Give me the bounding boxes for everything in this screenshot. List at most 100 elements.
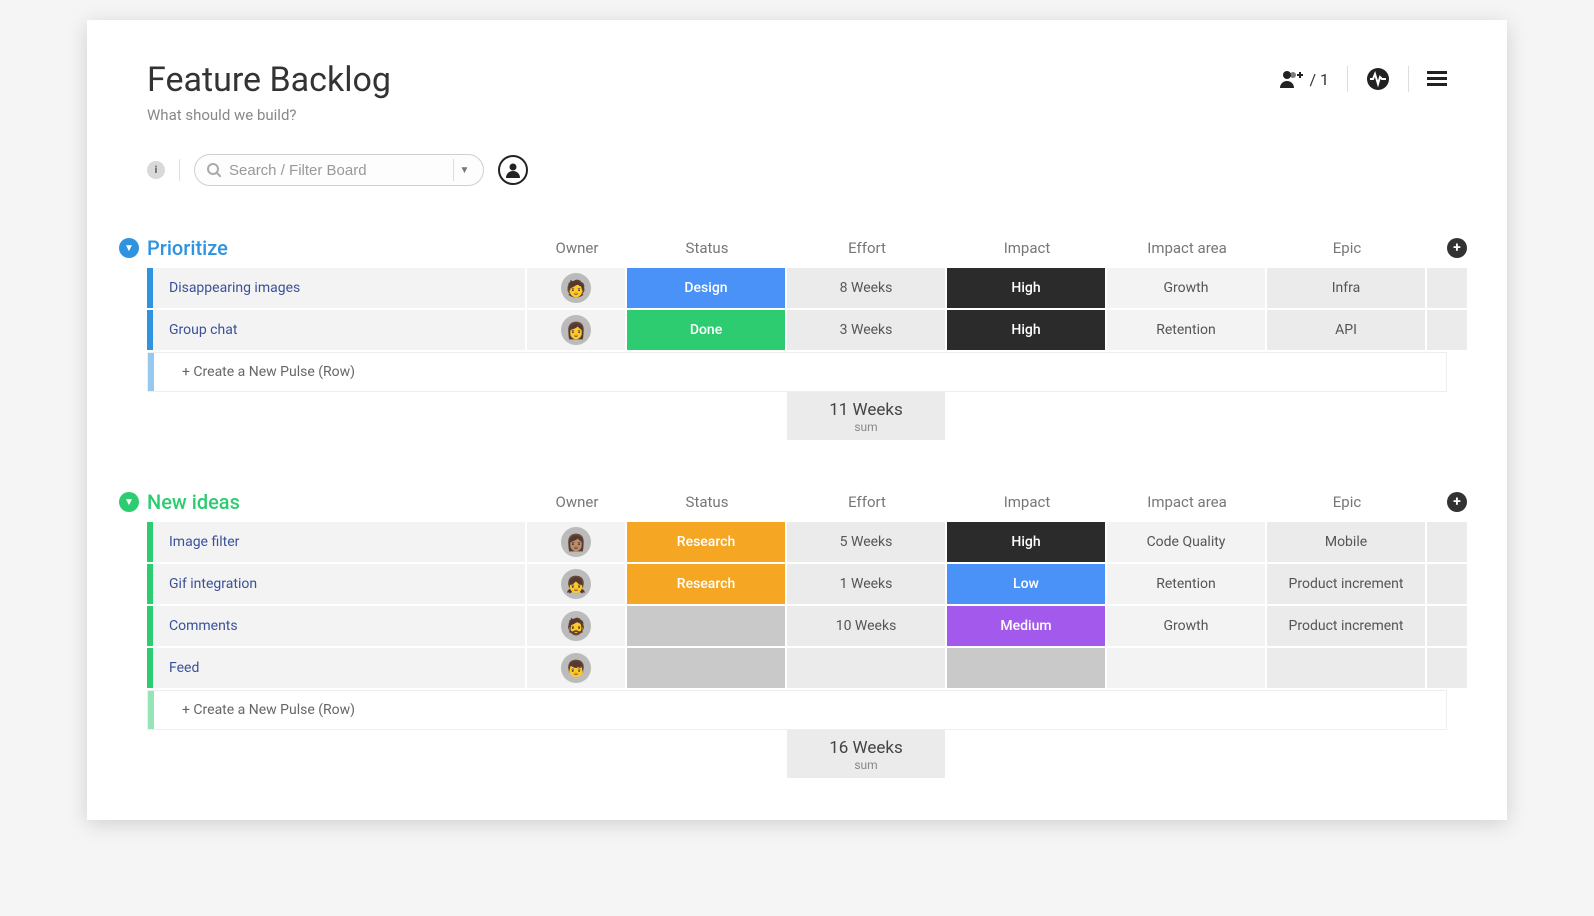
divider [1347, 66, 1348, 92]
status-cell[interactable] [627, 648, 787, 688]
column-header-owner[interactable]: Owner [527, 239, 627, 257]
owner-cell[interactable]: 🧔 [527, 606, 627, 646]
impact-cell[interactable]: Low [947, 564, 1107, 604]
impact-area-cell[interactable]: Retention [1107, 564, 1267, 604]
impact-cell[interactable]: Medium [947, 606, 1107, 646]
row-name[interactable]: Feed [153, 648, 527, 688]
impact-cell[interactable] [947, 648, 1107, 688]
search-input[interactable] [229, 162, 447, 179]
menu-button[interactable] [1427, 71, 1447, 87]
impact-area-cell[interactable]: Code Quality [1107, 522, 1267, 562]
invite-count: / 1 [1309, 70, 1329, 89]
impact-area-cell[interactable]: Retention [1107, 310, 1267, 350]
create-row-label: + Create a New Pulse (Row) [154, 353, 1446, 391]
avatar: 🧑 [561, 273, 591, 303]
effort-cell[interactable]: 3 Weeks [787, 310, 947, 350]
add-column-button[interactable]: + [1447, 492, 1467, 512]
status-cell[interactable] [627, 606, 787, 646]
divider [179, 159, 180, 181]
search-icon [207, 163, 221, 177]
status-cell[interactable]: Done [627, 310, 787, 350]
table-row[interactable]: Disappearing images 🧑 Design8 WeeksHighGro… [147, 268, 1447, 308]
user-filter-button[interactable] [498, 155, 528, 185]
owner-cell[interactable]: 👧 [527, 564, 627, 604]
group-header: ▼PrioritizeOwnerStatusEffortImpactImpact… [147, 236, 1447, 268]
avatar: 👧 [561, 569, 591, 599]
effort-cell[interactable]: 10 Weeks [787, 606, 947, 646]
search-dropdown-toggle[interactable]: ▼ [453, 159, 475, 181]
row-name[interactable]: Disappearing images [153, 268, 527, 308]
table-row[interactable]: Feed👦 [147, 648, 1447, 688]
column-header-epic[interactable]: Epic [1267, 239, 1427, 257]
owner-cell[interactable]: 👩🏽 [527, 522, 627, 562]
hamburger-icon [1427, 71, 1447, 87]
invite-members-button[interactable]: / 1 [1279, 69, 1329, 89]
column-header-status[interactable]: Status [627, 239, 787, 257]
column-header-epic[interactable]: Epic [1267, 493, 1427, 511]
epic-cell[interactable]: Infra [1267, 268, 1427, 308]
group-title-wrap: ▼ New ideas [119, 490, 527, 514]
info-button[interactable]: i [147, 161, 165, 179]
row-name[interactable]: Comments [153, 606, 527, 646]
effort-cell[interactable] [787, 648, 947, 688]
avatar: 🧔 [561, 611, 591, 641]
row-name[interactable]: Gif integration [153, 564, 527, 604]
epic-cell[interactable]: Mobile [1267, 522, 1427, 562]
table-row[interactable]: Image filter👩🏽Research5 WeeksHighCode Qu… [147, 522, 1447, 562]
group-title[interactable]: Prioritize [147, 236, 228, 260]
activity-button[interactable] [1366, 67, 1390, 91]
column-header-impact_area[interactable]: Impact area [1107, 493, 1267, 511]
row-color-bar [148, 353, 154, 391]
effort-cell[interactable]: 8 Weeks [787, 268, 947, 308]
row-tail [1427, 648, 1467, 688]
create-row-button[interactable]: + Create a New Pulse (Row) [147, 352, 1447, 392]
row-name[interactable]: Group chat [153, 310, 527, 350]
impact-cell[interactable]: High [947, 310, 1107, 350]
column-header-effort[interactable]: Effort [787, 239, 947, 257]
effort-sum-block: 16 Weekssum [787, 730, 947, 778]
group-prioritize: ▼PrioritizeOwnerStatusEffortImpactImpact… [147, 236, 1447, 440]
column-header-owner[interactable]: Owner [527, 493, 627, 511]
column-header-impact[interactable]: Impact [947, 239, 1107, 257]
epic-cell[interactable]: Product increment [1267, 606, 1427, 646]
owner-cell[interactable]: 👩 [527, 310, 627, 350]
table-row[interactable]: Comments 🧔 10 WeeksMediumGrowthProduct inc… [147, 606, 1447, 646]
create-row-button[interactable]: + Create a New Pulse (Row) [147, 690, 1447, 730]
page-subtitle: What should we build? [147, 106, 391, 124]
row-name[interactable]: Image filter [153, 522, 527, 562]
epic-cell[interactable]: API [1267, 310, 1427, 350]
column-header-impact_area[interactable]: Impact area [1107, 239, 1267, 257]
group-newideas: ▼New ideasOwnerStatusEffortImpactImpact … [147, 490, 1447, 778]
effort-sum-label: sum [787, 420, 945, 434]
group-title-wrap: ▼ Prioritize [119, 236, 527, 260]
impact-area-cell[interactable] [1107, 648, 1267, 688]
collapse-toggle[interactable]: ▼ [119, 492, 139, 512]
row-tail [1427, 310, 1467, 350]
add-column-button[interactable]: + [1447, 238, 1467, 258]
row-tail [1427, 522, 1467, 562]
status-cell[interactable]: Research [627, 522, 787, 562]
column-header-effort[interactable]: Effort [787, 493, 947, 511]
collapse-toggle[interactable]: ▼ [119, 238, 139, 258]
column-header-impact[interactable]: Impact [947, 493, 1107, 511]
table-row[interactable]: Group chat👩Done3 WeeksHighRetentionAPI [147, 310, 1447, 350]
effort-sum-value: 16 Weeks [787, 738, 945, 758]
epic-cell[interactable] [1267, 648, 1427, 688]
impact-area-cell[interactable]: Growth [1107, 268, 1267, 308]
row-tail [1427, 564, 1467, 604]
status-cell[interactable]: Research [627, 564, 787, 604]
column-header-status[interactable]: Status [627, 493, 787, 511]
epic-cell[interactable]: Product increment [1267, 564, 1427, 604]
group-title[interactable]: New ideas [147, 490, 240, 514]
owner-cell[interactable]: 👦 [527, 648, 627, 688]
effort-sum-label: sum [787, 758, 945, 772]
impact-cell[interactable]: High [947, 268, 1107, 308]
table-row[interactable]: Gif integration 👧 Research1 WeeksLowRetent… [147, 564, 1447, 604]
divider [1408, 66, 1409, 92]
owner-cell[interactable]: 🧑 [527, 268, 627, 308]
impact-cell[interactable]: High [947, 522, 1107, 562]
status-cell[interactable]: Design [627, 268, 787, 308]
effort-cell[interactable]: 1 Weeks [787, 564, 947, 604]
impact-area-cell[interactable]: Growth [1107, 606, 1267, 646]
effort-cell[interactable]: 5 Weeks [787, 522, 947, 562]
